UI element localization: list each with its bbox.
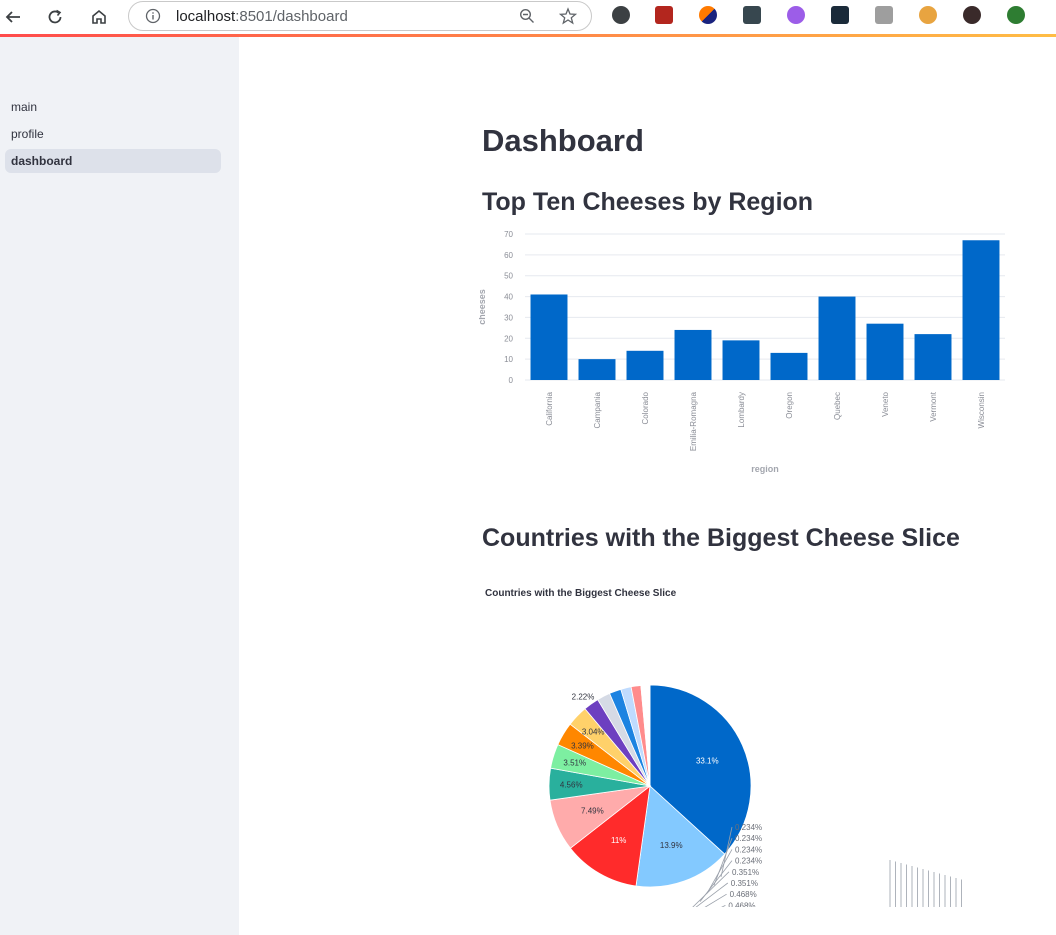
x-tick-label: Veneto	[881, 391, 890, 416]
extension-dots-icon[interactable]	[743, 6, 761, 24]
extension-red-icon[interactable]	[655, 6, 673, 24]
extension-orange-icon[interactable]	[699, 6, 717, 24]
pie-title: Countries with the Biggest Cheese Slice	[485, 588, 677, 599]
x-tick-label: Colorado	[641, 391, 650, 424]
reload-icon	[48, 9, 62, 24]
home-button[interactable]	[86, 4, 112, 30]
y-axis-title: cheeses	[479, 289, 487, 325]
pie-small-label: 0.468%	[730, 890, 757, 899]
x-tick-label: Lombardy	[737, 392, 746, 428]
x-tick-label: California	[545, 391, 554, 425]
back-button[interactable]	[0, 4, 26, 30]
address-bar[interactable]: localhost:8501/dashboard	[128, 1, 592, 31]
x-tick-label: Vermont	[929, 391, 938, 422]
y-tick-label: 40	[504, 293, 513, 302]
bar[interactable]	[770, 352, 808, 380]
pie-section-title: Countries with the Biggest Cheese Slice	[482, 524, 960, 552]
pie-slice-label: 3.51%	[563, 759, 586, 768]
y-tick-label: 10	[504, 355, 513, 364]
pie-slice-label: 4.56%	[560, 781, 583, 790]
bar[interactable]	[530, 294, 568, 380]
x-axis-title: region	[751, 464, 779, 474]
back-arrow-icon	[5, 11, 20, 23]
pie-slice-label: 13.9%	[660, 841, 683, 850]
bar[interactable]	[818, 296, 856, 380]
y-tick-label: 70	[504, 230, 513, 239]
sidebar-item-label: main	[11, 100, 38, 114]
pie-small-label: 0.351%	[732, 868, 759, 877]
x-tick-label: Quebec	[833, 392, 842, 420]
sidebar-item-dashboard[interactable]: dashboard	[5, 149, 221, 173]
extension-gear-icon[interactable]	[787, 6, 805, 24]
pie-small-label: 0.234%	[735, 823, 762, 832]
y-tick-label: 60	[504, 251, 513, 260]
url-host: localhost	[176, 8, 236, 25]
y-tick-label: 20	[504, 334, 513, 343]
bar[interactable]	[866, 323, 904, 380]
url-text: localhost:8501/dashboard	[176, 8, 348, 25]
bar-chart: 0 10 20 30 40 50 60 70 California Campania Colorad…	[479, 230, 1005, 474]
extension-k-icon[interactable]	[831, 6, 849, 24]
home-icon	[92, 9, 106, 24]
pie-slice-label: 2.22%	[572, 693, 595, 702]
pie-small-label: 0.234%	[735, 857, 762, 866]
extension-puzzle-icon[interactable]	[612, 6, 630, 24]
pie-small-label: 0.351%	[731, 879, 758, 888]
sidebar-item-label: dashboard	[11, 154, 73, 168]
y-tick-label: 30	[504, 313, 513, 322]
pie-slice-label: 7.49%	[581, 807, 604, 816]
sidebar-item-label: profile	[11, 127, 44, 141]
x-tick-label: Wisconsin	[977, 392, 986, 428]
extension-lock-icon[interactable]	[1007, 6, 1025, 24]
extension-cookie-icon[interactable]	[919, 6, 937, 24]
pie-slice-label: 3.39%	[571, 741, 594, 750]
reload-button[interactable]	[42, 4, 68, 30]
bar[interactable]	[914, 334, 952, 380]
sidebar: main profile dashboard	[0, 37, 239, 935]
bar-section-title: Top Ten Cheeses by Region	[482, 188, 814, 216]
browser-toolbar: localhost:8501/dashboard	[0, 0, 1056, 34]
pie-slice-label: 11%	[611, 836, 626, 845]
y-tick-label: 0	[509, 376, 514, 385]
pie-small-label: 0.468%	[728, 901, 755, 907]
bar[interactable]	[722, 340, 760, 380]
leader-line	[704, 893, 727, 907]
sidebar-item-profile[interactable]: profile	[5, 122, 221, 146]
pie-small-label: 0.234%	[735, 845, 762, 854]
x-tick-label: Campania	[593, 391, 602, 428]
extension-k-round-icon[interactable]	[963, 6, 981, 24]
pie-slice-label: 3.04%	[582, 727, 605, 736]
page-title: Dashboard	[482, 123, 644, 158]
zoom-out-icon[interactable]	[519, 8, 535, 24]
y-tick-label: 50	[504, 272, 513, 281]
x-tick-label: Oregon	[785, 392, 794, 419]
url-path: :8501/dashboard	[235, 8, 348, 25]
bar[interactable]	[674, 329, 712, 380]
extension-grey-icon[interactable]	[875, 6, 893, 24]
pie-small-label: 0.234%	[735, 834, 762, 843]
bar[interactable]	[626, 350, 664, 380]
bookmark-star-icon[interactable]	[559, 7, 577, 25]
x-tick-label: Emilia-Romagna	[689, 391, 698, 451]
sidebar-item-main[interactable]: main	[5, 95, 221, 119]
bar[interactable]	[962, 240, 1000, 380]
leader-line	[721, 905, 726, 907]
pie-slice-label: 33.1%	[696, 757, 719, 766]
main-content: Dashboard Top Ten Cheeses by Region Coun…	[239, 37, 1056, 935]
pie-chart: Countries with the Biggest Cheese Slice 3…	[485, 588, 962, 907]
info-icon[interactable]	[145, 8, 161, 24]
bar[interactable]	[578, 359, 616, 380]
